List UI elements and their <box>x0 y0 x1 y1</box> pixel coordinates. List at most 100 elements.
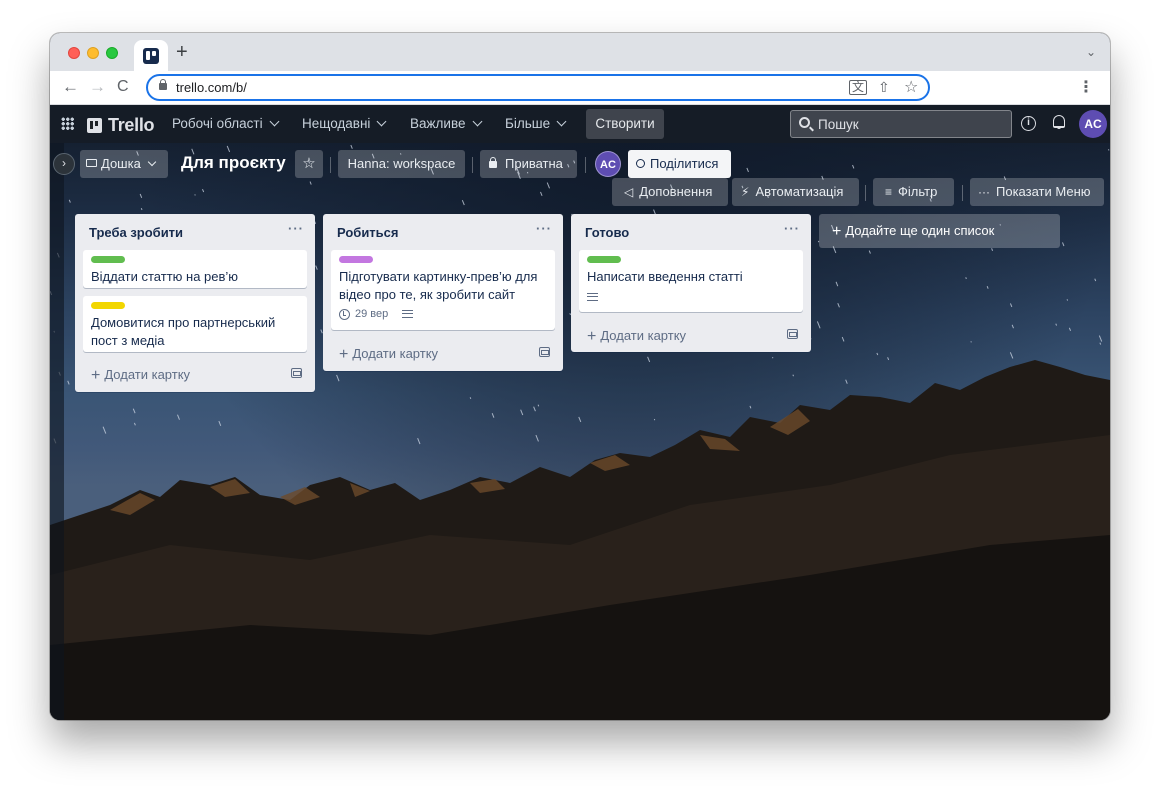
lock-icon <box>489 157 497 168</box>
trello-logo-text: Trello <box>108 115 155 135</box>
board-member-avatar[interactable]: AC <box>595 151 621 177</box>
zoom-window-button[interactable] <box>106 47 118 59</box>
minimize-window-button[interactable] <box>87 47 99 59</box>
chevron-down-icon <box>472 116 482 127</box>
star-streak <box>533 406 536 412</box>
card-title: Віддати статтю на рев’ю <box>91 269 239 284</box>
create-button[interactable]: Створити <box>586 109 664 139</box>
star-board-icon[interactable]: ☆ <box>295 150 323 178</box>
list-menu-icon[interactable]: ··· <box>536 221 552 236</box>
list-todo: Треба зробити ··· Віддати статтю на рев’… <box>75 214 315 392</box>
automation-button[interactable]: ⚡ Автоматизація <box>732 178 859 206</box>
due-date-badge[interactable]: 29 вер <box>355 308 388 320</box>
forward-button[interactable]: → <box>89 77 106 97</box>
back-button[interactable]: ← <box>62 77 79 97</box>
show-menu-button[interactable]: ··· Показати Меню <box>970 178 1104 206</box>
star-streak <box>1098 335 1103 342</box>
plus-icon: + <box>91 367 101 384</box>
list-menu-icon[interactable]: ··· <box>288 221 304 236</box>
translate-icon[interactable]: 文 <box>849 80 868 95</box>
star-streak <box>1062 242 1065 247</box>
browser-menu-kebab-icon[interactable]: ⋮ <box>1078 77 1094 97</box>
card-title: Підготувати картинку-прев’ю для відео пр… <box>339 269 538 302</box>
card-template-icon[interactable] <box>539 347 550 357</box>
list-menu-icon[interactable]: ··· <box>784 221 800 236</box>
divider <box>585 157 586 173</box>
card-badges: 29 вер <box>339 308 414 320</box>
user-avatar[interactable]: AC <box>1079 110 1107 138</box>
add-card-button[interactable]: + Додати картку <box>339 345 438 363</box>
card-template-icon[interactable] <box>291 368 302 378</box>
tab-search-chevron-icon[interactable]: ⌄ <box>1086 45 1096 59</box>
list-done: Готово ··· Написати введення статті + Дод… <box>571 214 811 352</box>
info-icon[interactable]: i <box>1021 116 1036 131</box>
notifications-bell-icon[interactable] <box>1053 115 1065 129</box>
add-card-button[interactable]: + Додати картку <box>91 366 190 384</box>
card[interactable]: Віддати статтю на рев’ю <box>83 250 307 288</box>
add-card-button[interactable]: + Додати картку <box>587 327 686 345</box>
browser-tab-trello[interactable] <box>134 40 168 71</box>
star-streak <box>1068 327 1072 331</box>
expand-sidebar-chevron-icon[interactable]: › <box>53 153 75 175</box>
plus-icon: + <box>587 328 597 345</box>
browser-window: + ⌄ ← → C trello.com/b/ 文 ⇧ ☆ ⋮ Trello Р… <box>50 33 1110 720</box>
board-title[interactable]: Для проєкту <box>181 153 286 173</box>
menu-starred[interactable]: Важливе <box>410 116 482 131</box>
card[interactable]: Підготувати картинку-прев’ю для відео пр… <box>331 250 555 330</box>
star-streak <box>887 357 890 361</box>
card-title: Написати введення статті <box>587 269 743 284</box>
trello-logo[interactable]: Trello <box>87 115 155 136</box>
menu-workspaces[interactable]: Робочі області <box>172 116 280 131</box>
card-label-purple[interactable] <box>339 256 373 263</box>
address-bar[interactable]: trello.com/b/ 文 ⇧ ☆ <box>146 74 930 101</box>
bookmark-star-icon[interactable]: ☆ <box>904 77 918 97</box>
reload-button[interactable]: C <box>117 77 129 97</box>
divider <box>330 157 331 173</box>
powerups-button[interactable]: ◁ Доповнення <box>612 178 728 206</box>
star-streak <box>540 191 543 197</box>
card-label-green[interactable] <box>587 256 621 263</box>
card[interactable]: Написати введення статті <box>579 250 803 312</box>
chevron-down-icon <box>147 157 157 167</box>
filter-button[interactable]: ≡ Фільтр <box>873 178 954 206</box>
app-switcher-icon[interactable] <box>61 117 74 130</box>
card-label-yellow[interactable] <box>91 302 125 309</box>
star-streak <box>1009 352 1014 359</box>
star-streak <box>749 405 752 409</box>
card-label-green[interactable] <box>91 256 125 263</box>
star-streak <box>1094 278 1097 282</box>
url-text[interactable]: trello.com/b/ <box>176 80 247 95</box>
card-template-icon[interactable] <box>787 329 798 339</box>
add-list-button[interactable]: + Додайте ще один список <box>819 214 1060 248</box>
list-in-progress: Робиться ··· Підготувати картинку-прев’ю… <box>323 214 563 371</box>
menu-recent[interactable]: Нещодавні <box>302 116 387 131</box>
share-button[interactable]: Поділитися <box>628 150 731 178</box>
new-tab-button[interactable]: + <box>176 42 188 62</box>
star-streak <box>868 250 871 254</box>
list-title[interactable]: Робиться <box>337 225 398 240</box>
list-title[interactable]: Готово <box>585 225 629 240</box>
star-streak <box>133 422 136 426</box>
trello-favicon-icon <box>143 47 159 64</box>
star-streak <box>491 413 495 418</box>
tab-strip: + ⌄ <box>50 33 1110 71</box>
star-streak <box>1099 342 1102 345</box>
list-title[interactable]: Треба зробити <box>89 225 183 240</box>
menu-more[interactable]: Більше <box>505 116 567 131</box>
share-icon[interactable]: ⇧ <box>878 79 890 96</box>
board-view-switcher[interactable]: Дошка <box>80 150 168 178</box>
star-streak <box>520 409 524 416</box>
search-input[interactable]: Пошук <box>790 110 1012 138</box>
card[interactable]: Домовитися про партнерський пост з медіа <box>83 296 307 352</box>
star-streak <box>102 426 107 434</box>
add-list-label: Додайте ще один список <box>845 223 995 238</box>
star-streak <box>132 408 136 414</box>
lock-icon[interactable] <box>159 79 167 90</box>
chevron-down-icon <box>269 116 280 127</box>
star-streak <box>876 352 879 356</box>
star-streak <box>417 438 421 445</box>
workspace-button[interactable]: Hanna: workspace <box>338 150 465 178</box>
search-icon <box>799 117 810 128</box>
visibility-button[interactable]: Приватна <box>480 150 577 178</box>
close-window-button[interactable] <box>68 47 80 59</box>
